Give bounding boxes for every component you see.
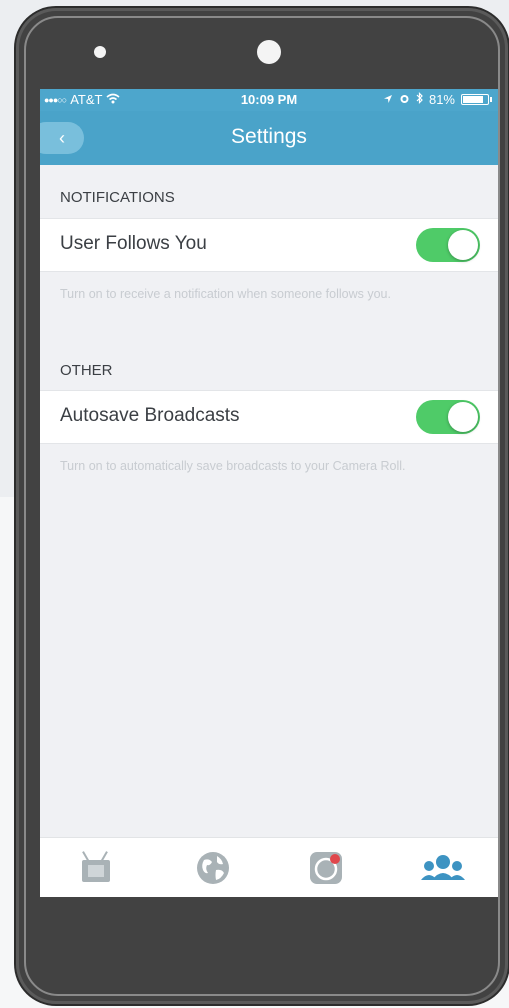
app-screen: ●●●○○ AT&T 10:09 PM 81% ‹ Settings NOTIF… <box>40 89 498 897</box>
tab-broadcast[interactable] <box>308 850 344 886</box>
section-header-other: OTHER <box>60 362 113 379</box>
user-follows-toggle[interactable] <box>416 228 480 262</box>
toggle-knob <box>448 230 478 260</box>
battery-percent: 81% <box>428 92 455 107</box>
setting-hint: Turn on to automatically save broadcasts… <box>60 459 406 473</box>
autosave-toggle[interactable] <box>416 400 480 434</box>
globe-icon <box>197 852 229 884</box>
people-icon <box>421 855 465 880</box>
tab-globe[interactable] <box>195 850 231 886</box>
bluetooth-icon <box>416 92 423 107</box>
battery-nub <box>490 97 492 102</box>
tv-icon <box>80 850 116 886</box>
status-bar-right: 81% <box>383 92 492 107</box>
broadcast-icon <box>310 852 342 884</box>
setting-row-user-follows[interactable]: User Follows You <box>40 218 498 272</box>
navigation-bar: ‹ Settings <box>40 111 498 165</box>
setting-row-autosave[interactable]: Autosave Broadcasts <box>40 390 498 444</box>
tab-bar <box>40 837 498 897</box>
proximity-sensor <box>94 46 106 58</box>
tab-people[interactable] <box>415 850 465 886</box>
section-header-notifications: NOTIFICATIONS <box>60 189 175 206</box>
tab-tv[interactable] <box>80 850 116 886</box>
status-bar: ●●●○○ AT&T 10:09 PM 81% <box>40 89 498 111</box>
setting-label: User Follows You <box>60 233 207 254</box>
battery-icon <box>461 94 489 105</box>
setting-label: Autosave Broadcasts <box>60 405 240 426</box>
location-arrow-icon <box>383 92 393 107</box>
toggle-knob <box>448 402 478 432</box>
page-title: Settings <box>231 125 307 148</box>
setting-hint: Turn on to receive a notification when s… <box>60 287 391 301</box>
alarm-clock-icon <box>399 92 410 107</box>
front-camera <box>257 40 281 64</box>
